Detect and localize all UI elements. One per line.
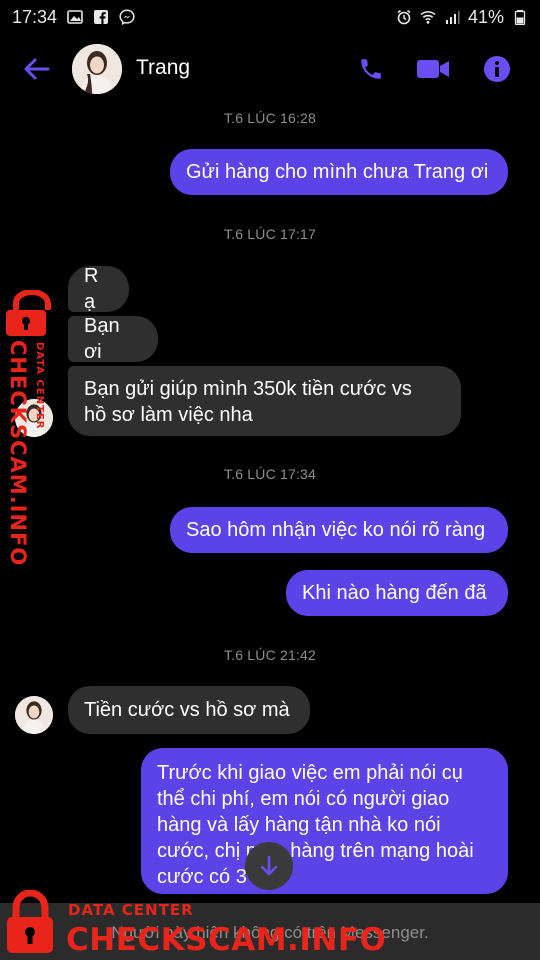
timestamp: T.6 LÚC 17:34 [223, 466, 317, 482]
message-text: Trước khi giao việc em phải nói cụ [157, 762, 463, 784]
arrow-down-icon [260, 855, 278, 876]
message-text: hàng và lấy hàng tận nhà ko nói [157, 814, 441, 836]
sent-message[interactable]: Trước khi giao việc em phải nói cụ thể c… [141, 748, 508, 894]
message-text: thể chi phí, em nói có người giao [157, 788, 450, 810]
message-text: hồ sơ làm việc nha [84, 404, 253, 426]
chat-header: Trang [0, 34, 540, 104]
facebook-icon [93, 9, 109, 25]
watermark-lock-icon [4, 889, 56, 956]
timestamp: T.6 LÚC 21:42 [223, 647, 317, 663]
call-button[interactable] [354, 52, 388, 86]
wifi-icon [420, 9, 436, 25]
received-message[interactable]: Bạn gửi giúp mình 350k tiền cước vs hồ s… [68, 366, 461, 436]
message-text: Bạn ơi [84, 315, 120, 363]
sent-message[interactable]: Gửi hàng cho mình chưa Trang ơi [170, 149, 508, 195]
alarm-icon [396, 9, 412, 25]
messenger-icon [119, 9, 135, 25]
signal-icon [444, 9, 460, 25]
contact-name[interactable]: Trang [136, 56, 190, 80]
message-text: Tiền cước vs hồ sơ mà [84, 699, 290, 721]
battery-icon [512, 9, 528, 25]
message-text: Bạn gửi giúp mình 350k tiền cước vs [84, 378, 412, 400]
message-text: Sao hôm nhận việc ko nói rõ ràng [186, 519, 486, 541]
back-arrow-icon [24, 58, 50, 80]
timestamp: T.6 LÚC 17:17 [223, 226, 317, 242]
message-text: R ạ [84, 265, 99, 313]
image-icon [67, 9, 83, 25]
contact-avatar-small[interactable] [15, 696, 53, 734]
sent-message[interactable]: Khi nào hàng đến đã [286, 570, 508, 616]
message-text: cước có 3 [157, 866, 247, 888]
video-icon [417, 60, 449, 78]
battery-percent: 41% [467, 6, 504, 27]
message-text: cước, chị mua hàng trên mạng hoài [157, 840, 474, 862]
watermark-side-small-text: DATA CENTER [34, 342, 45, 430]
message-text: Gửi hàng cho mình chưa Trang ơi [186, 161, 489, 183]
video-call-button[interactable] [416, 52, 450, 86]
sent-message[interactable]: Sao hôm nhận việc ko nói rõ ràng [170, 507, 508, 553]
contact-avatar[interactable] [72, 44, 122, 94]
received-message[interactable]: Bạn ơi [68, 315, 158, 363]
info-icon [484, 56, 510, 82]
watermark-side-text: CHECKSCAM.INFO [6, 340, 30, 567]
timestamp: T.6 LÚC 16:28 [223, 110, 317, 126]
scroll-to-bottom-button[interactable] [245, 842, 293, 890]
watermark-bottom-text: CHECKSCAM.INFO [66, 922, 387, 958]
received-message[interactable]: Tiền cước vs hồ sơ mà [68, 686, 310, 734]
info-button[interactable] [480, 52, 514, 86]
back-button[interactable] [18, 54, 54, 84]
status-time: 17:34 [12, 6, 58, 27]
received-message[interactable]: R ạ [68, 265, 129, 313]
phone-icon [361, 59, 381, 79]
message-text: Khi nào hàng đến đã [302, 582, 487, 604]
watermark-bottom-small-text: DATA CENTER [68, 901, 194, 919]
status-bar: 17:34 41% [0, 0, 540, 34]
